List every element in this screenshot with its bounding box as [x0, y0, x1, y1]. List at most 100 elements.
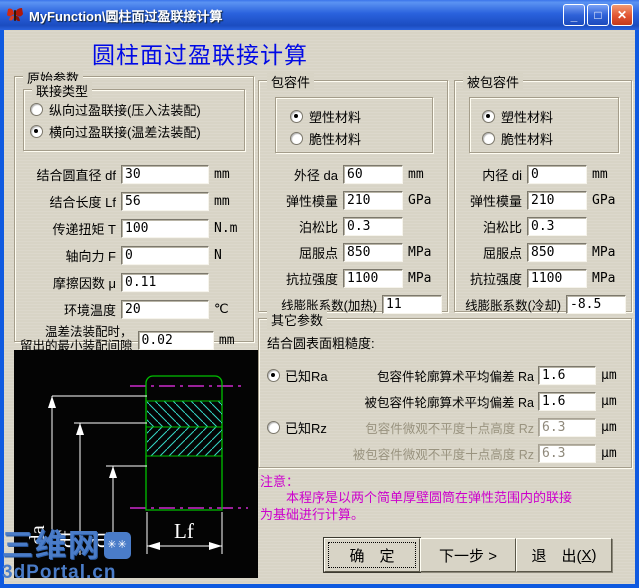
field-label: 外径 da [293, 167, 338, 183]
rz-contained-input[interactable]: 6.3 [538, 443, 596, 463]
ok-button[interactable]: 确 定 [324, 538, 420, 572]
field-unit: GPa [592, 192, 616, 208]
roughness-row-rz2: 被包容件微观不平度十点高度 Rz 6.3 μm [259, 440, 631, 466]
field-unit: MPa [408, 244, 432, 260]
radio-icon[interactable] [267, 420, 280, 434]
lf-label: Lf [174, 519, 194, 543]
next-button[interactable]: 下一步 > [420, 538, 516, 572]
hatch-upper [147, 401, 222, 427]
maximize-button[interactable]: □ [587, 4, 609, 26]
ambient-temp-input[interactable]: 20 [121, 300, 209, 319]
field-row-ambient-temp: 环境温度 20 ℃ [15, 296, 253, 323]
radio-icon[interactable] [482, 131, 495, 145]
radio-icon[interactable] [482, 109, 495, 123]
radio-icon[interactable] [30, 102, 43, 116]
watermark: 三维网 ✳✳ 3dPortal.cn [2, 530, 131, 582]
radio-longitudinal-fit[interactable]: 纵向过盈联接(压入法装配) [24, 98, 244, 120]
field-unit: mm [592, 166, 608, 182]
field-label: 抗拉强度 [469, 271, 522, 287]
roughness-row-ra2: 被包容件轮廓算术平均偏差 Ra 1.6 μm [259, 388, 631, 414]
window-title: MyFunction\圆柱面过盈联接计算 [29, 8, 223, 24]
dialog-client-area: 圆柱面过盈联接计算 原始参数 联接类型 纵向过盈联接(压入法装配) 横向过盈联接… [4, 30, 635, 584]
expansion-heating-input[interactable]: 11 [382, 294, 442, 314]
tensile-strength2-input[interactable]: 1100 [527, 268, 587, 288]
field-row-yield-point: 屈服点 850 MPa [259, 239, 447, 265]
field-label: 抗拉强度 [285, 271, 338, 287]
ra-contained-input[interactable]: 1.6 [538, 391, 596, 411]
field-unit: N [214, 248, 222, 263]
page-title: 圆柱面过盈联接计算 [92, 42, 308, 68]
radio-known-rz[interactable]: 已知Rz [259, 418, 337, 437]
radio-icon[interactable] [267, 368, 280, 382]
radio-label: 纵向过盈联接(压入法装配) [49, 102, 201, 118]
button-row: 确 定 下一步 > 退 出(X) [324, 538, 612, 572]
poisson2-input[interactable]: 0.3 [527, 216, 587, 236]
radio-icon[interactable] [290, 131, 303, 145]
radio-container-brittle[interactable]: 脆性材料 [276, 127, 432, 149]
field-unit: mm [214, 167, 230, 182]
field-unit: GPa [408, 192, 432, 208]
field-label: 弹性模量 [285, 193, 338, 209]
field-label: 包容件轮廓算术平均偏差 Ra [377, 369, 534, 384]
min-gap-input[interactable]: 0.02 [137, 330, 214, 350]
radio-transverse-fit[interactable]: 横向过盈联接(温差法装配) [24, 120, 244, 142]
group-caption: 联接类型 [32, 81, 93, 100]
radio-icon[interactable] [30, 124, 43, 138]
group-connection-type: 联接类型 纵向过盈联接(压入法装配) 横向过盈联接(温差法装配) [23, 81, 245, 151]
app-window: MyFunction\圆柱面过盈联接计算 _ □ ✕ 圆柱面过盈联接计算 原始参… [0, 0, 639, 588]
field-row-yield-point2: 屈服点 850 MPa [455, 239, 631, 265]
lf-arrow-left [147, 542, 160, 550]
field-unit: MPa [592, 270, 616, 286]
radio-contained-brittle[interactable]: 脆性材料 [470, 127, 618, 149]
joint-length-input[interactable]: 56 [121, 192, 209, 211]
yield-point-input[interactable]: 850 [343, 242, 403, 262]
field-label: 摩擦因数 μ [52, 276, 116, 291]
field-unit: μm [601, 367, 617, 383]
close-button[interactable]: ✕ [611, 4, 633, 26]
field-label: 屈服点 [482, 245, 522, 261]
joint-diameter-input[interactable]: 30 [121, 165, 209, 184]
poisson-input[interactable]: 0.3 [343, 216, 403, 236]
field-row-torque: 传递扭矩 T 100 N.m [15, 215, 253, 242]
radio-label: 脆性材料 [501, 131, 554, 147]
field-label: 结合长度 Lf [49, 195, 116, 210]
note-title: 注意： [260, 474, 300, 489]
radio-container-plastic[interactable]: 塑性材料 [276, 105, 432, 127]
axial-force-input[interactable]: 0 [121, 246, 209, 265]
rz-container-input[interactable]: 6.3 [538, 417, 596, 437]
minimize-button[interactable]: _ [563, 4, 585, 26]
field-row-expansion-cooling: 线膨胀系数(冷却) -8.5 [455, 291, 631, 317]
radio-label: 脆性材料 [309, 131, 362, 147]
torque-input[interactable]: 100 [121, 219, 209, 238]
roughness-row-ra1: 已知Ra 包容件轮廓算术平均偏差 Ra 1.6 μm [259, 362, 631, 388]
elastic-modulus-input[interactable]: 210 [343, 190, 403, 210]
group-caption: 包容件 [267, 72, 315, 91]
field-unit: MPa [592, 244, 616, 260]
friction-input[interactable]: 0.11 [121, 273, 209, 292]
expansion-cooling-input[interactable]: -8.5 [566, 294, 626, 314]
inner-diameter-input[interactable]: 0 [527, 164, 587, 184]
ra-container-input[interactable]: 1.6 [538, 365, 596, 385]
watermark-logo-icon: ✳✳ [104, 532, 131, 559]
field-label: 泊松比 [482, 219, 522, 235]
note-text: 注意： 本程序是以两个简单厚壁圆筒在弹性范围内的联接 为基础进行计算。 [260, 474, 632, 523]
hatch-lower [147, 427, 222, 456]
outer-diameter-input[interactable]: 60 [343, 164, 403, 184]
radio-label: 已知Ra [285, 368, 328, 384]
radio-known-ra[interactable]: 已知Ra [259, 366, 337, 385]
radio-icon[interactable] [290, 109, 303, 123]
titlebar[interactable]: MyFunction\圆柱面过盈联接计算 _ □ ✕ [0, 0, 639, 30]
field-label: 结合圆直径 df [36, 168, 116, 183]
watermark-url: 3dPortal.cn [2, 562, 117, 583]
field-unit: μm [601, 419, 617, 435]
elastic-modulus2-input[interactable]: 210 [527, 190, 587, 210]
exit-button[interactable]: 退 出(X) [516, 538, 612, 572]
radio-contained-plastic[interactable]: 塑性材料 [470, 105, 618, 127]
watermark-name: 三维网 [2, 528, 101, 563]
yield-point2-input[interactable]: 850 [527, 242, 587, 262]
tensile-strength-input[interactable]: 1100 [343, 268, 403, 288]
field-row-outer-diameter: 外径 da 60 mm [259, 161, 447, 187]
field-label: 轴向力 F [65, 249, 116, 264]
field-row-inner-diameter: 内径 di 0 mm [455, 161, 631, 187]
note-line2: 为基础进行计算。 [260, 506, 365, 522]
